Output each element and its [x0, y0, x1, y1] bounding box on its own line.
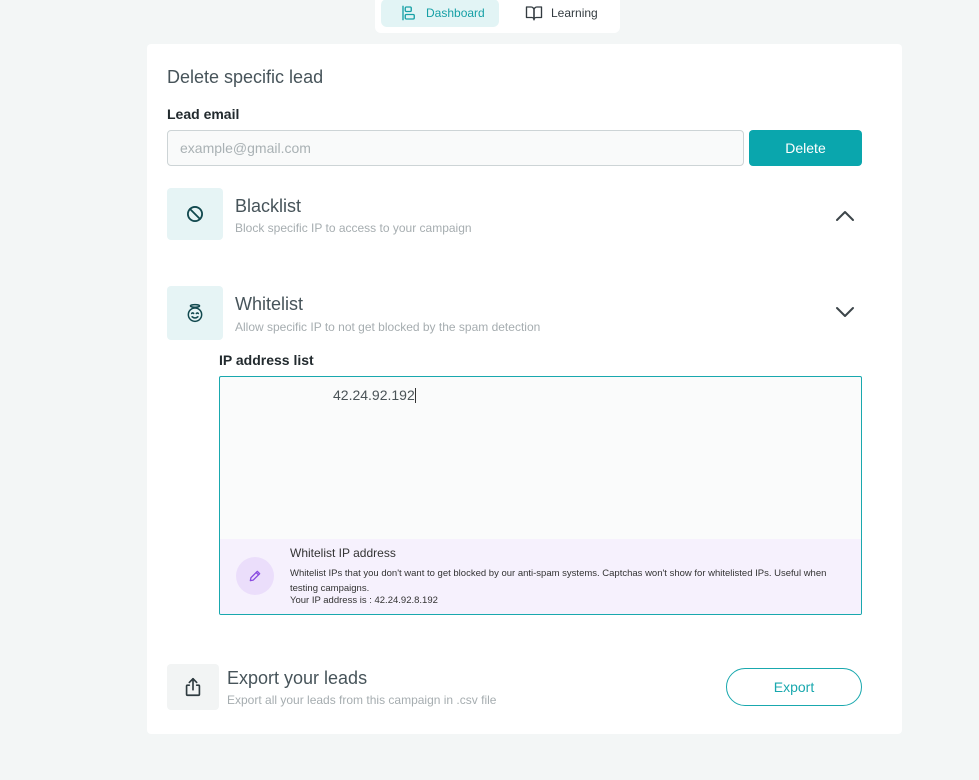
ip-list-label: IP address list — [219, 352, 314, 368]
delete-lead-title: Delete specific lead — [167, 67, 324, 87]
your-ip-text: Your IP address is : 42.24.92.8.192 — [290, 595, 438, 606]
export-button[interactable]: Export — [726, 668, 862, 706]
info-description: Whitelist IPs that you don't want to get… — [290, 568, 827, 594]
info-title: Whitelist IP address — [290, 546, 396, 560]
tab-learning-label: Learning — [551, 6, 598, 20]
dashboard-icon — [402, 5, 415, 21]
whitelist-subtitle: Allow specific IP to not get blocked by … — [235, 320, 541, 334]
whitelist-icon-box — [167, 286, 223, 340]
export-icon-box — [167, 664, 219, 710]
delete-button[interactable]: Delete — [749, 130, 862, 166]
tab-learning[interactable]: Learning — [525, 0, 615, 27]
ip-address-value: 42.24.92.192 — [333, 387, 416, 403]
tab-dashboard[interactable]: Dashboard — [381, 0, 499, 27]
whitelist-info-box: Whitelist IP address Whitelist IPs that … — [220, 539, 861, 614]
angel-face-icon — [187, 303, 203, 323]
blacklist-row[interactable]: Blacklist Block specific IP to access to… — [167, 188, 862, 240]
export-title: Export your leads — [227, 668, 368, 688]
tab-dashboard-label: Dashboard — [426, 6, 485, 20]
ban-icon — [187, 206, 203, 222]
blacklist-subtitle: Block specific IP to access to your camp… — [235, 221, 472, 235]
lead-email-label: Lead email — [167, 106, 240, 122]
blacklist-icon-box — [167, 188, 223, 240]
blacklist-title: Blacklist — [235, 196, 302, 216]
settings-panel: Delete specific lead Lead email Delete B… — [147, 44, 902, 734]
upload-share-icon — [185, 677, 201, 697]
export-subtitle: Export all your leads from this campaign… — [227, 693, 497, 707]
chevron-up-icon[interactable] — [833, 204, 857, 228]
text-caret — [414, 388, 416, 403]
book-open-icon — [525, 6, 543, 21]
whitelist-row[interactable]: Whitelist Allow specific IP to not get b… — [167, 286, 862, 340]
lead-email-input[interactable] — [167, 130, 744, 166]
top-navigation: Dashboard Learning — [375, 0, 620, 33]
chevron-down-icon[interactable] — [833, 300, 857, 324]
ip-address-textarea[interactable]: 42.24.92.192 Whitelist IP address Whitel… — [219, 376, 862, 615]
info-icon-circle — [236, 557, 274, 595]
whitelist-title: Whitelist — [235, 294, 304, 314]
pencil-icon — [249, 570, 261, 582]
